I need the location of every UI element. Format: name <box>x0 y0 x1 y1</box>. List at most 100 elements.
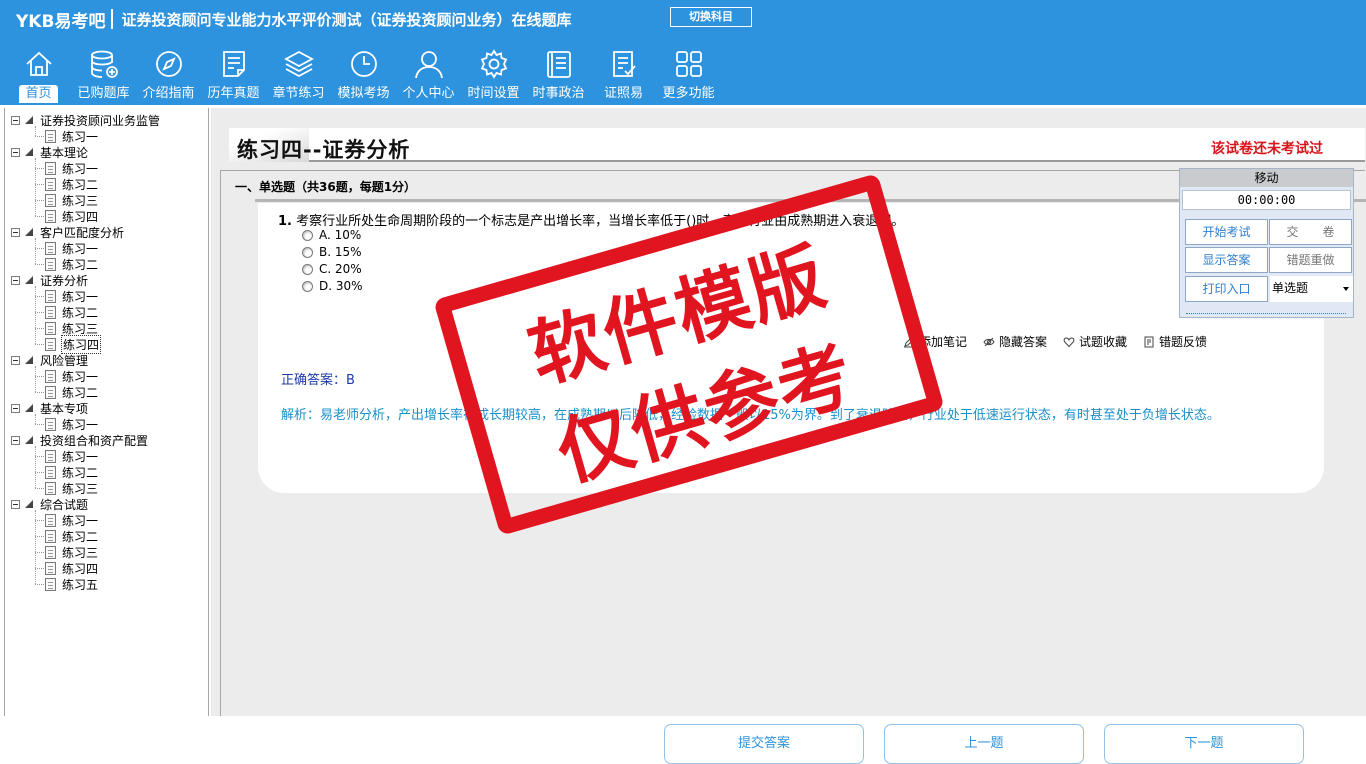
tree-exercise[interactable]: 练习二 <box>45 176 99 192</box>
tree-exercise[interactable]: 练习三 <box>45 544 99 560</box>
tree-exercise[interactable]: 练习三 <box>45 480 99 496</box>
tree-exercise[interactable]: 练习一 <box>45 448 99 464</box>
option-c[interactable]: C. 20% <box>302 262 362 276</box>
document-icon <box>45 529 56 543</box>
database-icon <box>90 50 118 78</box>
tree-connector <box>35 200 44 201</box>
document-icon <box>45 129 56 143</box>
submit-answer-button[interactable]: 提交答案 <box>664 724 864 764</box>
document-icon <box>45 417 56 431</box>
add-note-button[interactable]: 添加笔记 <box>903 333 967 350</box>
nav-current-affairs[interactable]: 时事政治 <box>526 48 591 104</box>
tree-exercise[interactable]: 练习一 <box>45 512 99 528</box>
tree-chapter[interactable]: 风险管理 <box>11 352 89 368</box>
option-label: B. 15% <box>319 245 362 259</box>
collapse-toggle-icon[interactable] <box>11 227 20 237</box>
radio-button[interactable] <box>302 229 313 241</box>
collapse-toggle-icon[interactable] <box>11 115 20 125</box>
tree-connector <box>35 136 44 137</box>
report-error-button[interactable]: 错题反馈 <box>1143 333 1207 350</box>
tree-chapter[interactable]: 客户匹配度分析 <box>11 224 125 240</box>
nav-chapter-practice[interactable]: 章节练习 <box>266 48 331 104</box>
switch-subject-button[interactable]: 切换科目 <box>670 7 752 27</box>
nav-label: 证照易 <box>603 86 643 101</box>
tree-exercise[interactable]: 练习二 <box>45 384 99 400</box>
nav-past-exams[interactable]: 历年真题 <box>201 48 266 104</box>
tree-connector <box>35 366 36 392</box>
hide-answer-button[interactable]: 隐藏答案 <box>983 333 1047 350</box>
tree-exercise[interactable]: 练习一 <box>45 128 99 144</box>
nav-more-features[interactable]: 更多功能 <box>656 48 721 104</box>
tree-chapter[interactable]: 综合试题 <box>11 496 89 512</box>
tree-exercise-label: 练习一 <box>62 289 99 304</box>
tree-connector <box>35 296 44 297</box>
tree-chapter[interactable]: 证券投资顾问业务监管 <box>11 112 161 128</box>
tree-exercise[interactable]: 练习三 <box>45 192 99 208</box>
tree-exercise[interactable]: 练习一 <box>45 160 99 176</box>
home-icon <box>25 51 52 76</box>
previous-question-button[interactable]: 上一题 <box>884 724 1084 764</box>
tree-exercise-label: 练习二 <box>62 465 99 480</box>
tree-connector <box>35 424 44 425</box>
tree-chapter-label: 证券分析 <box>40 273 89 288</box>
collapse-toggle-icon[interactable] <box>11 499 20 509</box>
option-label: A. 10% <box>319 228 362 242</box>
option-a[interactable]: A. 10% <box>302 228 361 242</box>
hand-in-button[interactable]: 交 卷 <box>1269 219 1352 245</box>
option-b[interactable]: B. 15% <box>302 245 362 259</box>
tree-exercise[interactable]: 练习五 <box>45 576 99 592</box>
next-question-button[interactable]: 下一题 <box>1104 724 1304 764</box>
tree-exercise[interactable]: 练习二 <box>45 464 99 480</box>
collapse-toggle-icon[interactable] <box>11 275 20 285</box>
move-handle[interactable]: 移动 <box>1180 169 1353 187</box>
compass-icon <box>155 51 182 77</box>
app-header: YKB易考吧 证券投资顾问专业能力水平评价测试（证券投资顾问业务）在线题库 切换… <box>0 0 1366 105</box>
nav-time-settings[interactable]: 时间设置 <box>461 48 526 104</box>
tree-exercise[interactable]: 练习四 <box>45 208 99 224</box>
tree-exercise-label: 练习一 <box>62 369 99 384</box>
nav-purchased-banks[interactable]: 已购题库 <box>71 48 136 104</box>
tree-connector <box>35 536 44 537</box>
tree-exercise[interactable]: 练习四 <box>45 334 102 354</box>
tree-connector <box>35 446 36 488</box>
tree-exercise[interactable]: 练习二 <box>45 256 99 272</box>
tree-connector <box>35 344 44 345</box>
start-exam-button[interactable]: 开始考试 <box>1185 219 1268 245</box>
option-label: D. 30% <box>319 279 363 293</box>
tree-exercise[interactable]: 练习一 <box>45 416 99 432</box>
collapse-toggle-icon[interactable] <box>11 355 20 365</box>
redo-wrong-button[interactable]: 错题重做 <box>1269 247 1352 273</box>
exam-control-panel: 移动 00:00:00 开始考试 交 卷 显示答案 错题重做 打印入口 单选题 <box>1179 168 1354 318</box>
tree-connector <box>35 376 44 377</box>
collapse-toggle-icon[interactable] <box>11 147 20 157</box>
nav-guide[interactable]: 介绍指南 <box>136 48 201 104</box>
nav-home[interactable]: 首页 <box>6 48 71 104</box>
radio-button[interactable] <box>302 280 313 292</box>
radio-button[interactable] <box>302 246 313 258</box>
nav-personal-center[interactable]: 个人中心 <box>396 48 461 104</box>
tree-chapter[interactable]: 基本理论 <box>11 144 89 160</box>
tree-exercise[interactable]: 练习四 <box>45 560 99 576</box>
tree-exercise[interactable]: 练习一 <box>45 288 99 304</box>
collapse-toggle-icon[interactable] <box>11 435 20 445</box>
collapse-toggle-icon[interactable] <box>11 403 20 413</box>
option-d[interactable]: D. 30% <box>302 279 363 293</box>
folder-icon <box>25 148 33 156</box>
chapter-tree: 证券投资顾问业务监管 练习一 基本理论 练习一 练习二 练习三 练习四 客户匹配度分析 练习一练… <box>4 108 209 716</box>
tree-chapter[interactable]: 基本专项 <box>11 400 89 416</box>
question-type-select[interactable]: 单选题 <box>1270 276 1353 302</box>
tree-chapter[interactable]: 投资组合和资产配置 <box>11 432 149 448</box>
nav-mock-exam[interactable]: 模拟考场 <box>331 48 396 104</box>
nav-certificate[interactable]: 证照易 <box>591 48 656 104</box>
tree-exercise[interactable]: 练习一 <box>45 240 99 256</box>
nav-label: 章节练习 <box>272 86 325 101</box>
favorite-question-button[interactable]: 试题收藏 <box>1063 333 1127 350</box>
tree-chapter[interactable]: 证券分析 <box>11 272 89 288</box>
show-answer-button[interactable]: 显示答案 <box>1185 247 1268 273</box>
tree-exercise[interactable]: 练习二 <box>45 528 99 544</box>
print-entry-button[interactable]: 打印入口 <box>1185 276 1268 302</box>
tree-exercise[interactable]: 练习二 <box>45 304 99 320</box>
nav-label: 更多功能 <box>662 86 715 101</box>
radio-button[interactable] <box>302 263 313 275</box>
tree-exercise[interactable]: 练习一 <box>45 368 99 384</box>
